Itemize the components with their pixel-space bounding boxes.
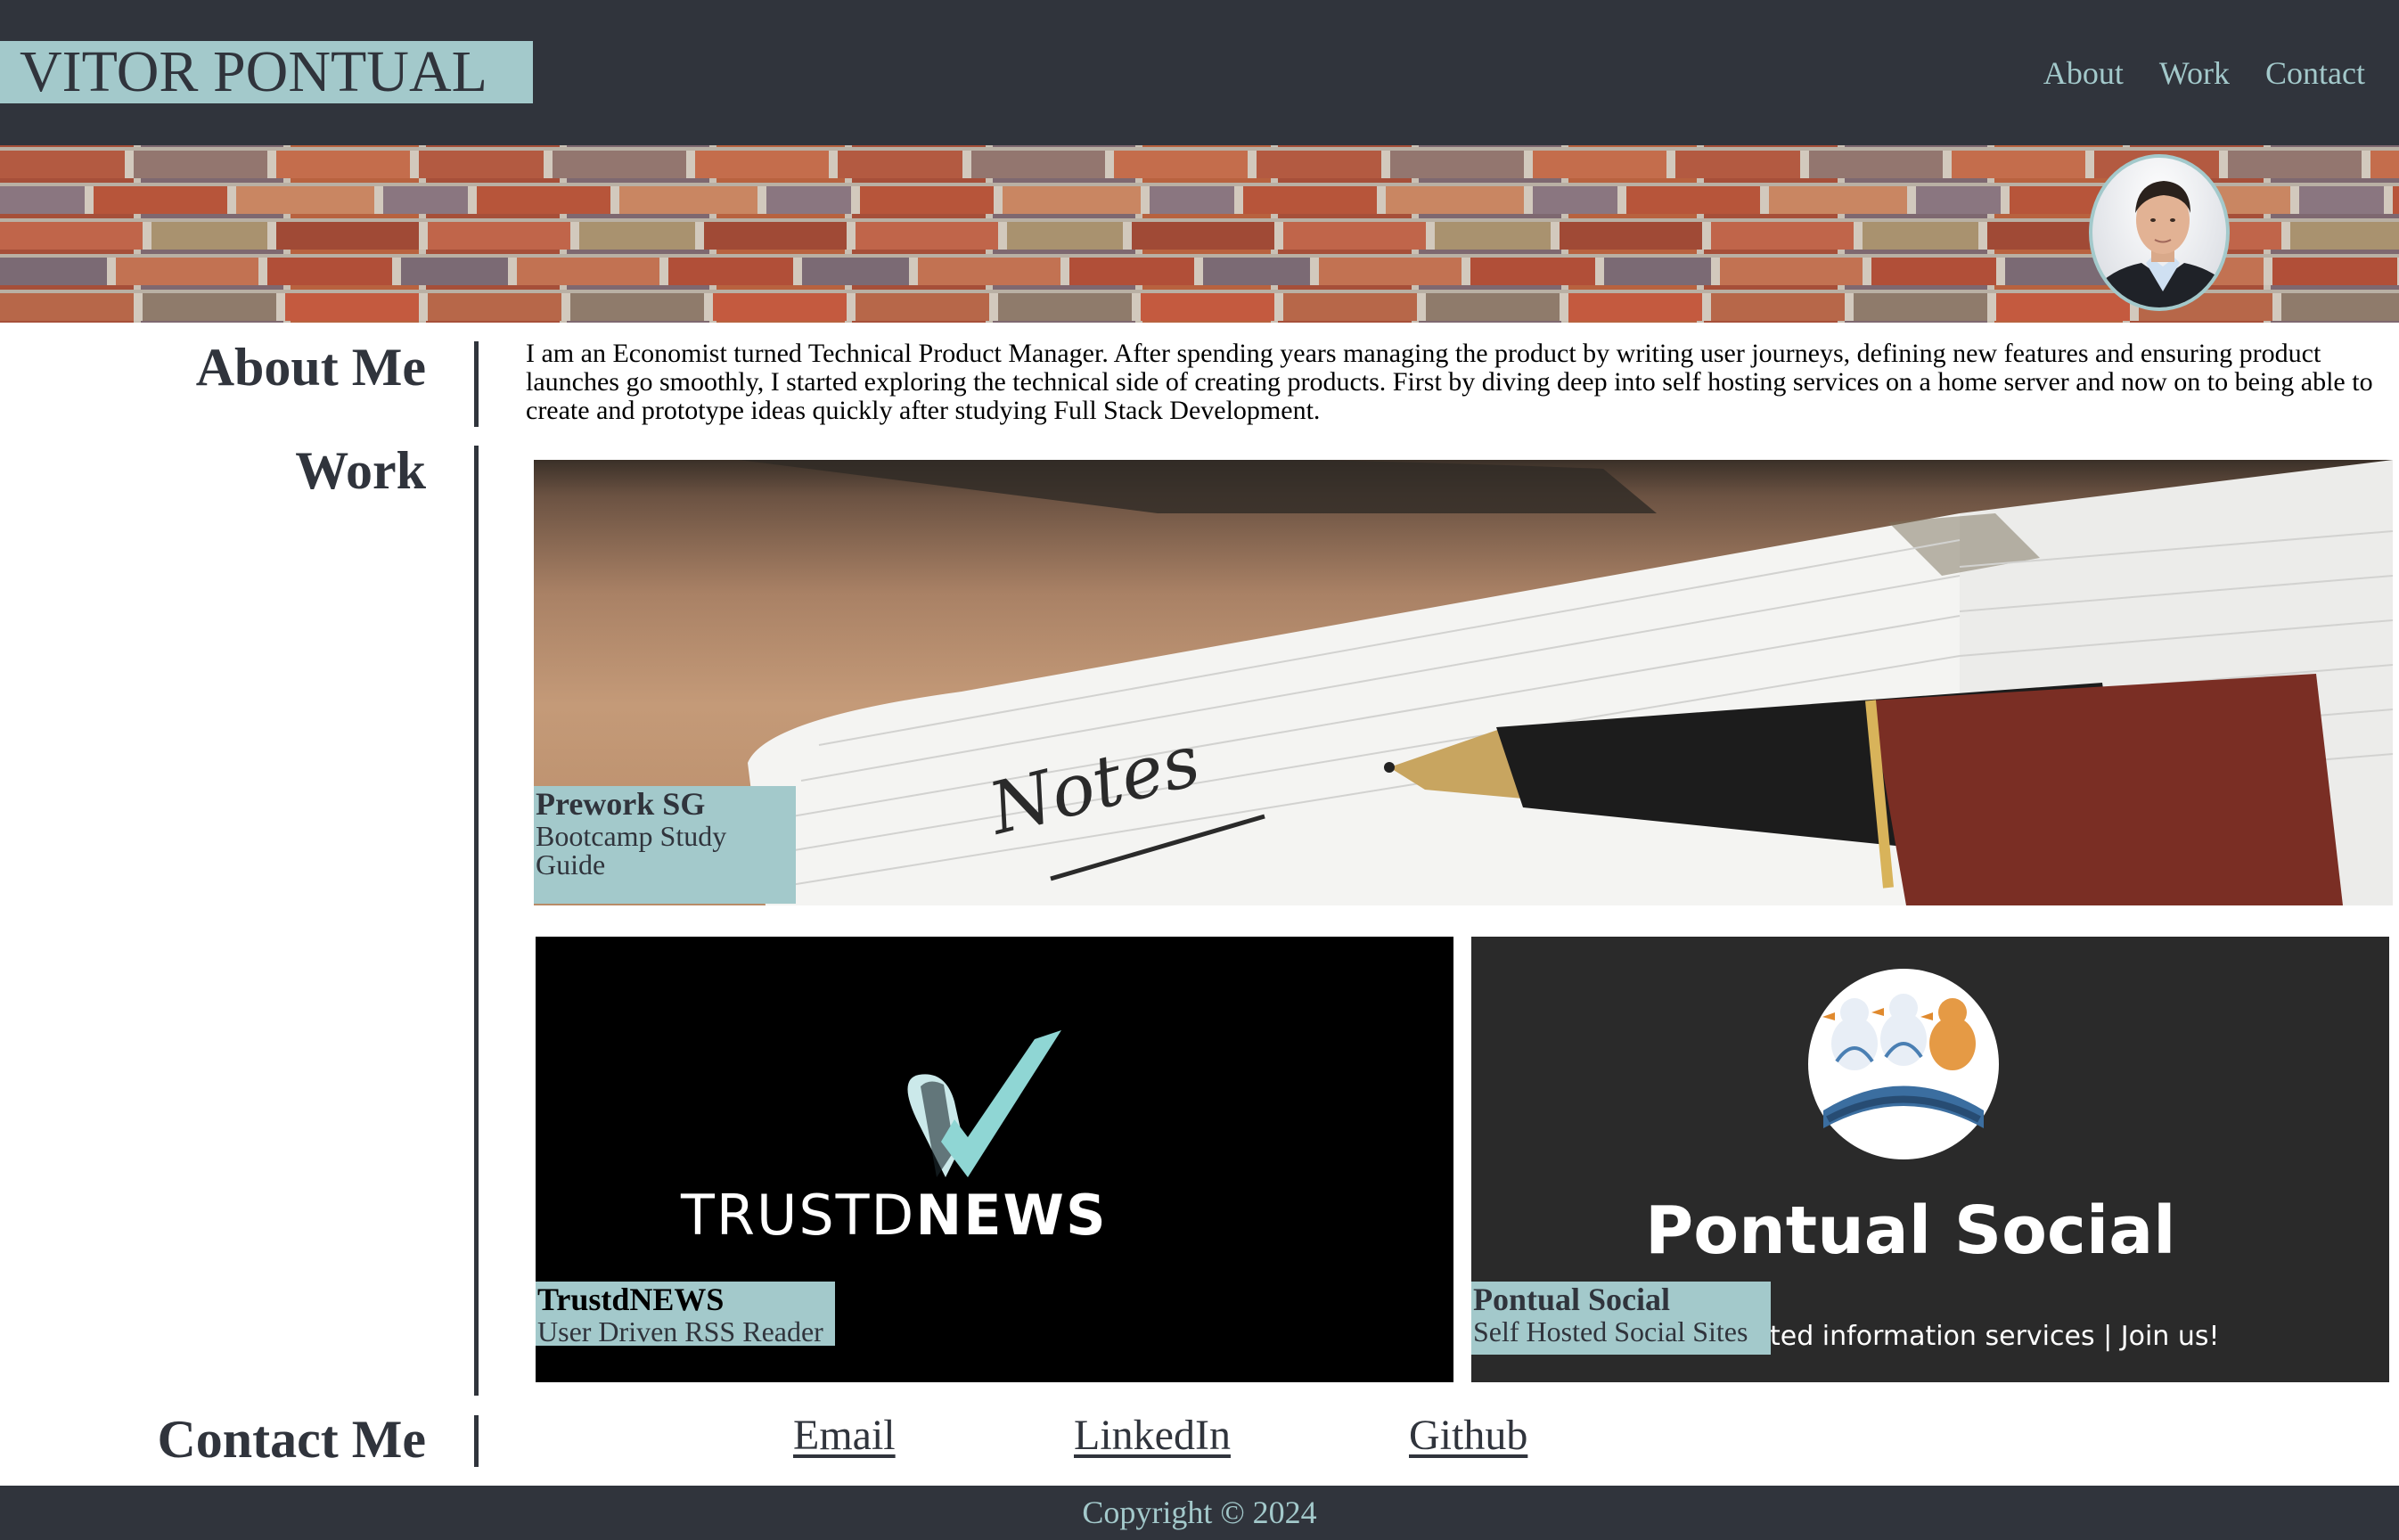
site-brand[interactable]: VITOR PONTUAL — [0, 41, 533, 103]
section-divider — [474, 341, 479, 427]
linkedin-link[interactable]: LinkedIn — [1074, 1411, 1231, 1461]
project-subtitle: Self Hosted Social Sites — [1473, 1315, 1748, 1348]
about-heading: About Me — [195, 338, 426, 397]
site-footer: Copyright © 2024 — [0, 1486, 2399, 1540]
profile-avatar — [2089, 154, 2230, 311]
about-paragraph: I am an Economist turned Technical Produ… — [526, 339, 2373, 425]
contact-heading: Contact Me — [157, 1410, 426, 1469]
copyright-text: Copyright © 2024 — [1082, 1495, 1317, 1530]
brick-row — [0, 151, 2399, 178]
github-link[interactable]: Github — [1409, 1411, 1527, 1461]
section-divider — [474, 1415, 479, 1467]
project-card-prework[interactable]: Notes Prework SG Bootcamp Study Guide — [534, 460, 2393, 905]
news-wordmark: NEWS — [915, 1183, 1108, 1248]
brick-row — [0, 222, 2399, 250]
project-card-pontual-social[interactable]: Pontual Social ted information services … — [1471, 937, 2389, 1382]
project-subtitle: Bootcamp Study Guide — [536, 820, 727, 881]
site-header: VITOR PONTUAL About Work Contact — [0, 0, 2399, 145]
project-title: Pontual Social — [1473, 1282, 1671, 1317]
person-portrait-icon — [2092, 181, 2226, 307]
notebook-pen-image: Notes — [739, 460, 2393, 905]
nav-link-about[interactable]: About — [2043, 52, 2124, 94]
brick-row — [0, 258, 2399, 285]
brick-row — [0, 186, 2399, 214]
trustd-wordmark: TRUSTD — [681, 1183, 916, 1248]
trustdnews-wordmark: TRUSTDNEWS — [681, 1184, 1108, 1247]
brick-banner — [0, 145, 2399, 323]
email-link[interactable]: Email — [793, 1411, 896, 1461]
nav-link-contact[interactable]: Contact — [2265, 52, 2365, 94]
project-card-trustdnews[interactable]: TRUSTDNEWS TrustdNEWS User Driven RSS Re… — [536, 937, 1453, 1382]
project-subtitle: User Driven RSS Reader — [537, 1315, 823, 1348]
section-divider — [474, 446, 479, 1396]
pontual-social-wordmark: Pontual Social — [1645, 1192, 2176, 1269]
work-heading: Work — [295, 441, 426, 500]
project-title: Prework SG — [536, 786, 706, 822]
project-caption: Prework SG Bootcamp Study Guide — [534, 786, 796, 904]
pontual-social-tagline: ted information services | Join us! — [1770, 1321, 2220, 1352]
project-caption: Pontual Social Self Hosted Social Sites — [1471, 1282, 1771, 1355]
nav-link-work[interactable]: Work — [2159, 52, 2230, 94]
project-title: TrustdNEWS — [537, 1282, 725, 1317]
main-nav: About Work Contact — [2043, 52, 2365, 94]
brick-row — [0, 293, 2399, 321]
project-caption: TrustdNEWS User Driven RSS Reader — [536, 1282, 835, 1346]
